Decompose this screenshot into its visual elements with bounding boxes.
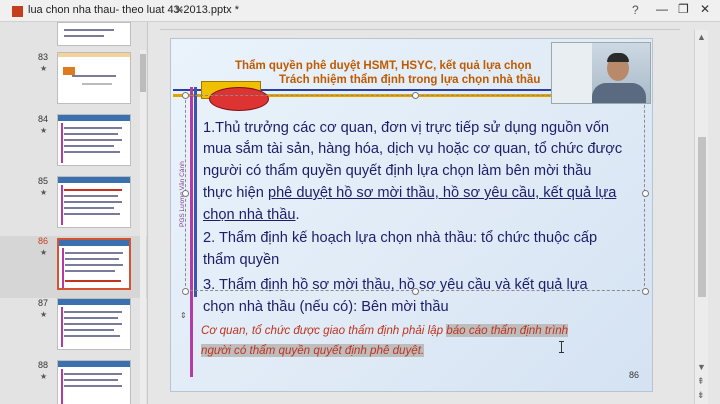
slide-thumbnail[interactable]: 87 ★	[0, 298, 147, 356]
body-text-line[interactable]: 3. Thẩm định hồ sơ mời thầu, hồ sơ yêu c…	[203, 274, 588, 297]
thumbnail-scroll-knob[interactable]	[140, 54, 146, 92]
restore-button[interactable]: ❐	[678, 2, 689, 16]
webcam-window-backdrop	[552, 43, 592, 103]
ruler	[160, 22, 680, 30]
resize-handle[interactable]	[182, 288, 189, 295]
slide-thumbnail-image[interactable]	[57, 52, 131, 104]
body-text-line[interactable]: 1.Thủ trưởng các cơ quan, đơn vị trực ti…	[203, 117, 609, 140]
slide-thumbnail[interactable]: 88 ★	[0, 360, 147, 404]
animation-star-icon: ★	[40, 126, 48, 135]
thumbnail-scrollbar[interactable]	[140, 50, 146, 404]
slide-thumbnail-image[interactable]	[57, 114, 131, 166]
body-text-run: thực hiện	[203, 185, 268, 201]
slide-thumbnail-image[interactable]	[57, 176, 131, 228]
previous-slide-icon[interactable]: ⇞	[697, 376, 705, 387]
note-text-run: Cơ quan, tổ chức được giao thẩm định phả…	[201, 324, 447, 337]
resize-handle[interactable]	[642, 190, 649, 197]
text-anchor-arrows-icon[interactable]: ⇕	[180, 311, 187, 320]
next-slide-icon[interactable]: ⇟	[697, 390, 705, 401]
slide-number: 86	[38, 236, 49, 246]
slide-thumbnail[interactable]: 84 ★	[0, 114, 147, 172]
body-text-line[interactable]: chọn nhà thầu (nếu có): Bên mời thầu	[203, 296, 449, 319]
powerpoint-file-icon	[12, 6, 23, 17]
body-text-line[interactable]: thẩm quyền	[203, 249, 279, 272]
slide-thumbnail-image[interactable]	[57, 22, 131, 46]
note-text-line[interactable]: người có thẩm quyền quyết định phê duyệt…	[201, 344, 425, 357]
animation-star-icon: ★	[40, 64, 48, 73]
body-text-line[interactable]: 2. Thẩm định kế hoạch lựa chọn nhà thầu:…	[203, 227, 597, 250]
note-text-line[interactable]: Cơ quan, tổ chức được giao thẩm định phả…	[201, 324, 569, 337]
i-beam-cursor-icon	[559, 341, 564, 353]
slide-heading-line1[interactable]: Thẩm quyền phê duyệt HSMT, HSYC, kết quả…	[235, 60, 532, 72]
minimize-button[interactable]: —	[656, 2, 668, 16]
help-icon[interactable]: ?	[632, 3, 639, 17]
resize-handle[interactable]	[182, 92, 189, 99]
body-text-line[interactable]: thực hiện phê duyệt hồ sơ mời thầu, hồ s…	[203, 182, 616, 205]
resize-handle[interactable]	[412, 92, 419, 99]
body-text-line[interactable]: người có thẩm quyền quyết định lựa chọn …	[203, 160, 591, 183]
scroll-down-icon[interactable]: ▼	[697, 362, 706, 372]
animation-star-icon: ★	[40, 310, 48, 319]
slide-number: 84	[38, 114, 49, 124]
slide-thumbnail-image[interactable]	[57, 360, 131, 404]
body-text-run: .	[295, 207, 300, 223]
body-text-line[interactable]: mua sắm tài sản, hàng hóa, dịch vụ hoặc …	[203, 138, 622, 161]
webcam-person-body	[592, 83, 646, 103]
title-bar: lua chon nha thau- theo luat 43-2013.ppt…	[0, 0, 720, 22]
underlined-text: chọn nhà thầu	[203, 207, 296, 223]
webcam-person-hair	[607, 53, 629, 62]
resize-handle[interactable]	[182, 190, 189, 197]
resize-handle[interactable]	[642, 288, 649, 295]
highlighted-text: người có thẩm quyền quyết định phê duyệt…	[201, 344, 425, 357]
highlighted-text: báo cáo thẩm định trình	[446, 324, 569, 337]
slide-heading-line2[interactable]: Trách nhiệm thẩm định trong lựa chọn nhà…	[279, 74, 540, 86]
slide-number: 88	[38, 360, 49, 370]
slide-thumbnail-image[interactable]	[57, 298, 131, 350]
close-button[interactable]: ✕	[700, 2, 710, 16]
tab-close-icon[interactable]: ✕	[174, 3, 184, 17]
slide-thumbnail-image[interactable]	[57, 238, 131, 290]
editor-vertical-scrollbar[interactable]: ▲ ▼ ⇞ ⇟	[694, 30, 708, 404]
slide-page-number: 86	[629, 370, 640, 380]
slide-thumbnail-pane[interactable]: 83 ★ 84 ★ 85 ★ 86 ★ 87 ★ 88 ★	[0, 22, 148, 404]
body-text-line[interactable]: chọn nhà thầu.	[203, 204, 300, 227]
slide-number: 85	[38, 176, 49, 186]
slide-thumbnail-current[interactable]: 86 ★	[0, 236, 147, 298]
animation-star-icon: ★	[40, 188, 48, 197]
animation-star-icon: ★	[40, 372, 48, 381]
editor-scroll-knob[interactable]	[698, 136, 706, 297]
animation-star-icon: ★	[40, 248, 48, 257]
underlined-text: phê duyệt hồ sơ mời thầu, hồ sơ yêu cầu,…	[267, 185, 617, 201]
window-title[interactable]: lua chon nha thau- theo luat 43-2013.ppt…	[28, 4, 239, 16]
slide-number: 87	[38, 298, 49, 308]
slide-thumbnail[interactable]: 85 ★	[0, 176, 147, 234]
slide-thumbnail[interactable]: 83 ★	[0, 52, 147, 110]
webcam-overlay	[551, 42, 651, 104]
scroll-up-icon[interactable]: ▲	[697, 32, 706, 42]
slide-number: 83	[38, 52, 49, 62]
